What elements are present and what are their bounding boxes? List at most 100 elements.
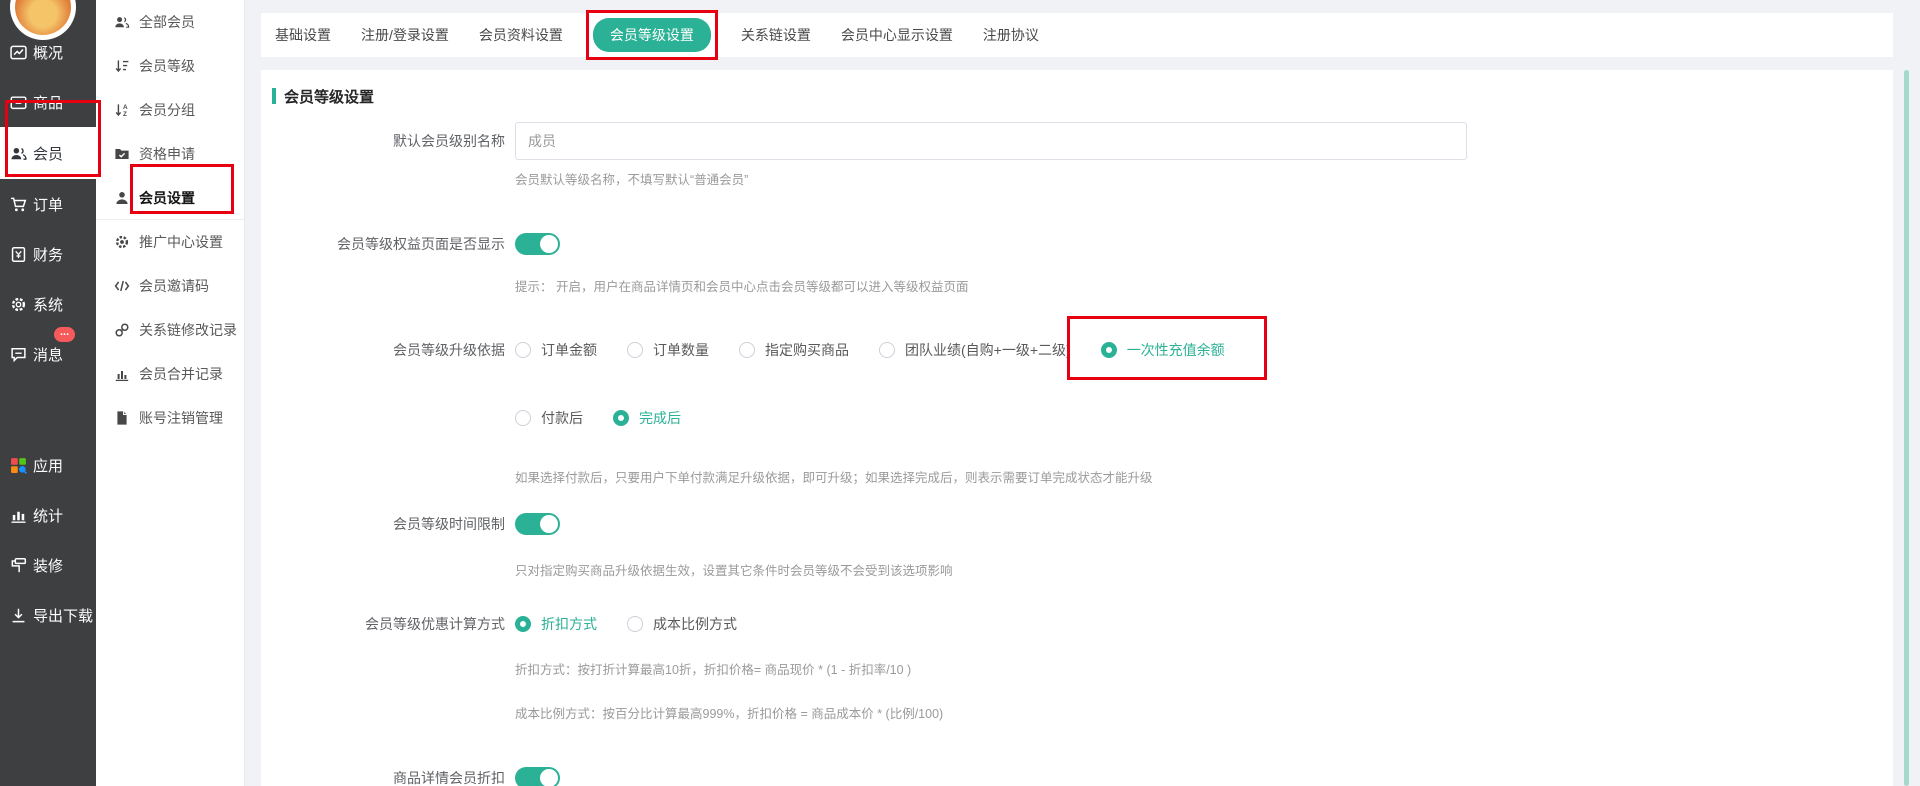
- menu-item-member-level[interactable]: 会员等级: [96, 44, 244, 88]
- radio-cost-ratio-mode[interactable]: 成本比例方式: [627, 614, 737, 634]
- toggle-knob: [540, 769, 558, 786]
- finance-icon: [10, 246, 27, 263]
- sidebar-item-label: 装修: [33, 555, 63, 576]
- radio-order-count[interactable]: 订单数量: [627, 340, 709, 360]
- system-gear-icon: [10, 296, 27, 313]
- settings-tabs: 基础设置 注册/登录设置 会员资料设置 会员等级设置 关系链设置 会员中心显示设…: [261, 13, 1893, 57]
- benefit-page-help: 提示： 开启，用户在商品详情页和会员中心点击会员等级都可以进入等级权益页面: [515, 279, 1893, 296]
- file-icon: [114, 410, 130, 426]
- sidebar-item-label: 商品: [33, 92, 63, 113]
- section-accent-bar: [272, 88, 276, 104]
- sidebar-item-message[interactable]: 消息 ...: [0, 329, 96, 379]
- discount-mode-help1: 折扣方式：按打折计算最高10折，折扣价格= 商品现价 * (1 - 折扣率/10…: [515, 662, 1893, 679]
- radio-discount-mode[interactable]: 折扣方式: [515, 614, 597, 634]
- menu-item-label: 全部会员: [139, 12, 195, 32]
- benefit-page-label: 会员等级权益页面是否显示: [261, 234, 505, 254]
- detail-discount-label: 商品详情会员折扣: [261, 768, 505, 786]
- sidebar-item-label: 概况: [33, 42, 63, 63]
- svg-text:Z: Z: [123, 111, 127, 118]
- bar-chart-icon: [114, 366, 130, 382]
- sidebar-item-member[interactable]: 会员: [0, 127, 96, 179]
- menu-item-promotion-settings[interactable]: 推广中心设置: [96, 220, 244, 264]
- menu-item-relation-log[interactable]: 关系链修改记录: [96, 308, 244, 352]
- radio-team-performance[interactable]: 团队业绩(自购+一级+二级): [879, 340, 1071, 360]
- sidebar-item-export[interactable]: 导出下载: [0, 590, 96, 640]
- tab-register-login-settings[interactable]: 注册/登录设置: [361, 25, 449, 45]
- menu-item-label: 会员邀请码: [139, 276, 209, 296]
- message-icon: [10, 346, 27, 363]
- radio-after-payment[interactable]: 付款后: [515, 408, 583, 428]
- menu-item-qualification[interactable]: 资格申请: [96, 132, 244, 176]
- link-icon: [114, 322, 130, 338]
- tab-member-level-settings[interactable]: 会员等级设置: [593, 18, 711, 52]
- menu-item-all-members[interactable]: 全部会员: [96, 0, 244, 44]
- sidebar-item-label: 统计: [33, 505, 63, 526]
- svg-text:A: A: [123, 104, 128, 111]
- benefit-page-toggle[interactable]: [515, 233, 560, 255]
- sidebar-item-label: 消息: [33, 344, 63, 365]
- upgrade-basis-help: 如果选择付款后，只要用户下单付款满足升级依据，即可升级；如果选择完成后，则表示需…: [515, 470, 1893, 487]
- radio-order-amount[interactable]: 订单金额: [515, 340, 597, 360]
- sidebar-item-label: 导出下载: [33, 605, 93, 626]
- menu-item-account-cancel[interactable]: 账号注销管理: [96, 396, 244, 440]
- tab-basic-settings[interactable]: 基础设置: [275, 25, 331, 45]
- group-sort-icon: AZ: [114, 102, 130, 118]
- section-title: 会员等级设置: [284, 86, 374, 107]
- sidebar-item-system[interactable]: 系统: [0, 279, 96, 329]
- gear-icon: [114, 234, 130, 250]
- level-sort-icon: [114, 58, 130, 74]
- member-icon: [10, 145, 27, 162]
- tab-member-center-display-settings[interactable]: 会员中心显示设置: [841, 25, 953, 45]
- menu-item-merge-log[interactable]: 会员合并记录: [96, 352, 244, 396]
- goods-icon: [10, 94, 27, 111]
- sidebar-item-decorate[interactable]: 装修: [0, 540, 96, 590]
- menu-item-label: 账号注销管理: [139, 408, 223, 428]
- toggle-knob: [540, 515, 558, 533]
- sidebar-item-finance[interactable]: 财务: [0, 229, 96, 279]
- apps-icon: [10, 457, 27, 474]
- time-limit-toggle[interactable]: [515, 513, 560, 535]
- default-level-name-label: 默认会员级别名称: [261, 131, 505, 151]
- menu-item-invite-code[interactable]: 会员邀请码: [96, 264, 244, 308]
- sidebar-item-order[interactable]: 订单: [0, 179, 96, 229]
- radio-onetime-recharge-balance[interactable]: 一次性充值余额: [1101, 340, 1225, 360]
- menu-item-member-group[interactable]: AZ 会员分组: [96, 88, 244, 132]
- default-level-name-help: 会员默认等级名称，不填写默认“普通会员”: [515, 172, 1893, 189]
- radio-icon-selected: [515, 616, 531, 632]
- sidebar-item-apps[interactable]: 应用: [0, 440, 96, 490]
- time-limit-help: 只对指定购买商品升级依据生效，设置其它条件时会员等级不会受到该选项影响: [515, 563, 1893, 580]
- tab-relation-chain-settings[interactable]: 关系链设置: [741, 25, 811, 45]
- overview-icon: [10, 44, 27, 61]
- radio-specified-goods[interactable]: 指定购买商品: [739, 340, 849, 360]
- radio-after-completion[interactable]: 完成后: [613, 408, 681, 428]
- tab-member-level-wrap: 会员等级设置: [593, 18, 711, 52]
- discount-mode-help2: 成本比例方式：按百分比计算最高999%，折扣价格 = 商品成本价 * (比例/1…: [515, 706, 1893, 723]
- sidebar-item-label: 订单: [33, 194, 63, 215]
- sidebar-item-goods[interactable]: 商品: [0, 77, 96, 127]
- discount-mode-label: 会员等级优惠计算方式: [261, 614, 505, 634]
- sidebar-item-label: 系统: [33, 294, 63, 315]
- tab-member-profile-settings[interactable]: 会员资料设置: [479, 25, 563, 45]
- default-level-name-input[interactable]: [515, 122, 1467, 160]
- radio-icon: [515, 342, 531, 358]
- menu-item-member-settings[interactable]: 会员设置: [96, 176, 244, 220]
- toggle-knob: [540, 235, 558, 253]
- menu-item-label: 会员设置: [139, 188, 195, 208]
- sidebar-item-label: 会员: [33, 143, 63, 164]
- folder-check-icon: [114, 146, 130, 162]
- export-download-icon: [10, 607, 27, 624]
- code-icon: [114, 278, 130, 294]
- radio-icon: [739, 342, 755, 358]
- tab-register-agreement[interactable]: 注册协议: [983, 25, 1039, 45]
- detail-discount-toggle[interactable]: [515, 767, 560, 786]
- sidebar-item-stats[interactable]: 统计: [0, 490, 96, 540]
- radio-icon: [627, 342, 643, 358]
- radio-icon-selected: [613, 410, 629, 426]
- stats-icon: [10, 507, 27, 524]
- member-settings-icon: [114, 190, 130, 206]
- sidebar-item-overview[interactable]: 概况: [0, 27, 96, 77]
- order-cart-icon: [10, 196, 27, 213]
- upgrade-basis-label: 会员等级升级依据: [261, 340, 505, 360]
- radio-icon: [627, 616, 643, 632]
- scrollbar[interactable]: [1904, 70, 1909, 786]
